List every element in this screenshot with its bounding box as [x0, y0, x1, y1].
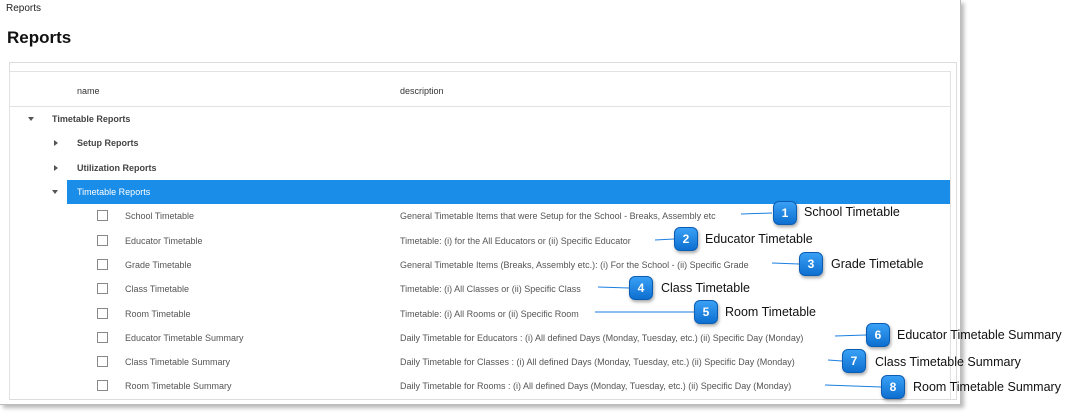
tree-row-label: Utilization Reports — [77, 163, 157, 173]
callout-label-5: Room Timetable — [725, 305, 817, 319]
report-checkbox[interactable] — [97, 235, 108, 246]
report-row[interactable]: Class Timetable Summary Daily Timetable … — [10, 350, 950, 374]
report-name: Room Timetable — [125, 309, 191, 319]
callout-badge-1: 1 — [773, 201, 797, 225]
report-name: Educator Timetable — [125, 236, 203, 246]
column-header-description[interactable]: description — [400, 86, 444, 96]
report-checkbox[interactable] — [97, 380, 108, 391]
callout-badge-8: 8 — [881, 375, 905, 399]
callout-label-4: Class Timetable — [661, 281, 750, 295]
column-header-name[interactable]: name — [77, 86, 100, 96]
callout-badge-6: 6 — [866, 323, 890, 347]
callout-label-7: Class Timetable Summary — [875, 355, 1021, 369]
report-checkbox[interactable] — [97, 356, 108, 367]
report-checkbox[interactable] — [97, 210, 108, 221]
report-row[interactable]: Class Timetable Timetable: (i) All Class… — [10, 277, 950, 301]
callout-badge-3: 3 — [799, 252, 823, 276]
report-row[interactable]: Room Timetable Summary Daily Timetable f… — [10, 374, 950, 398]
report-description: Timetable: (i) All Classes or (ii) Speci… — [400, 284, 581, 294]
reports-window: Reports Reports name description Timetab… — [0, 0, 961, 405]
callout-badge-2: 2 — [674, 227, 698, 251]
report-name: Class Timetable Summary — [125, 357, 231, 367]
report-description: Timetable: (i) for the All Educators or … — [400, 236, 631, 246]
tree-row-utilization-reports[interactable]: Utilization Reports — [10, 156, 950, 180]
tree-row-label: Setup Reports — [77, 138, 139, 148]
report-name: Room Timetable Summary — [125, 381, 232, 391]
report-name: Grade Timetable — [125, 260, 192, 270]
report-name: Educator Timetable Summary — [125, 333, 244, 343]
report-description: Daily Timetable for Rooms : (i) All defi… — [400, 381, 792, 391]
tree-row-label: Timetable Reports — [52, 114, 131, 124]
report-name: Class Timetable — [125, 284, 190, 294]
report-description: General Timetable Items (Breaks, Assembl… — [400, 260, 749, 270]
callout-label-2: Educator Timetable — [705, 232, 813, 246]
grid-header: name description — [10, 72, 950, 107]
tree-row-label: Timetable Reports — [77, 187, 151, 197]
callout-badge-4: 4 — [629, 276, 653, 300]
callout-badge-5: 5 — [694, 300, 718, 324]
callout-label-1: School Timetable — [804, 205, 900, 219]
callout-label-8: Room Timetable Summary — [913, 380, 1061, 394]
tree-row-timetable-reports-selected[interactable]: Timetable Reports — [10, 180, 950, 204]
callout-badge-7: 7 — [842, 349, 866, 373]
report-description: General Timetable Items that were Setup … — [400, 211, 716, 221]
expand-caret-icon[interactable] — [54, 165, 58, 171]
report-row[interactable]: Educator Timetable Summary Daily Timetab… — [10, 326, 950, 350]
report-name: School Timetable — [125, 211, 195, 221]
tree-row-timetable-reports-root[interactable]: Timetable Reports — [10, 107, 950, 131]
report-checkbox[interactable] — [97, 259, 108, 270]
collapse-caret-icon[interactable] — [28, 117, 34, 121]
expand-caret-icon[interactable] — [54, 140, 58, 146]
report-checkbox[interactable] — [97, 283, 108, 294]
callout-label-6: Educator Timetable Summary — [897, 328, 1062, 342]
report-checkbox[interactable] — [97, 308, 108, 319]
selection-highlight — [67, 180, 950, 204]
collapse-caret-icon[interactable] — [52, 190, 58, 194]
window-title: Reports — [6, 3, 42, 14]
callout-label-3: Grade Timetable — [831, 257, 924, 271]
report-description: Daily Timetable for Classes : (i) All de… — [400, 357, 795, 367]
page-title: Reports — [7, 28, 72, 47]
report-checkbox[interactable] — [97, 332, 108, 343]
report-description: Timetable: (i) All Rooms or (ii) Specifi… — [400, 309, 579, 319]
report-description: Daily Timetable for Educators : (i) All … — [400, 333, 804, 343]
tree-row-setup-reports[interactable]: Setup Reports — [10, 131, 950, 155]
